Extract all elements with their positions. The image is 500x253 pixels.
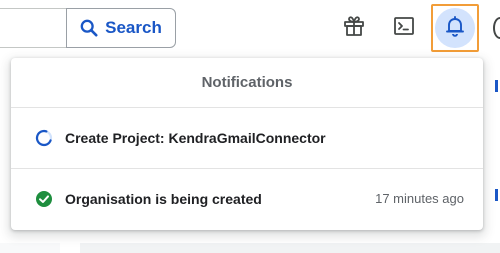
notifications-title: Notifications (11, 58, 483, 108)
spinner-icon (35, 129, 53, 147)
search-icon (80, 19, 98, 37)
help-icon[interactable] (493, 17, 500, 39)
notification-label: Organisation is being created (65, 190, 262, 207)
check-circle-icon (35, 190, 53, 208)
notification-item[interactable]: Create Project: KendraGmailConnector (11, 108, 483, 168)
gift-icon (342, 14, 366, 43)
notification-item[interactable]: Organisation is being created 17 minutes… (11, 168, 483, 228)
search-input[interactable] (0, 8, 67, 48)
background-strip (0, 243, 60, 253)
notifications-panel: Notifications Create Project: KendraGmai… (11, 58, 483, 230)
gift-button[interactable] (336, 10, 372, 46)
notification-label: Create Project: KendraGmailConnector (65, 130, 326, 146)
background-marker (495, 189, 498, 201)
notifications-button-highlight (435, 8, 475, 48)
background-marker (495, 80, 498, 92)
background-strip (80, 243, 500, 253)
notifications-button[interactable] (431, 4, 479, 52)
terminal-icon (392, 14, 416, 43)
bell-icon (443, 14, 467, 43)
search-button[interactable]: Search (66, 8, 176, 48)
search-button-label: Search (105, 18, 162, 37)
cloud-shell-button[interactable] (386, 10, 422, 46)
notification-time: 17 minutes ago (375, 191, 464, 206)
top-bar: Search (0, 0, 500, 56)
